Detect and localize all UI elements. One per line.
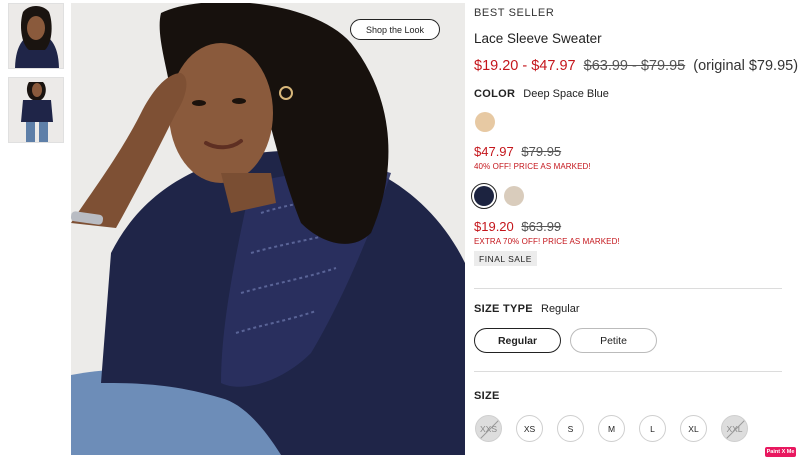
divider <box>474 371 782 372</box>
group-a-sale-price: $47.97 <box>474 144 514 159</box>
color-row: COLOR Deep Space Blue <box>474 88 609 100</box>
selected-color-name: Deep Space Blue <box>523 88 609 100</box>
group-b-compare-price: $63.99 <box>521 219 562 234</box>
size-type-row: SIZE TYPE Regular <box>474 303 580 315</box>
color-label: COLOR <box>474 88 516 100</box>
sale-price-range: $19.20 - $47.97 <box>474 58 576 74</box>
color-swatch-beige[interactable] <box>504 186 524 206</box>
size-xxl-button[interactable]: XXL <box>721 415 748 442</box>
size-xxs-button[interactable]: XXS <box>475 415 502 442</box>
group-b-discount-note: EXTRA 70% OFF! PRICE AS MARKED! <box>474 237 620 246</box>
size-xl-button[interactable]: XL <box>680 415 707 442</box>
thumbnail-full-body[interactable] <box>8 77 64 143</box>
price-group-a: $47.97 $79.95 <box>474 144 561 159</box>
original-price-note: (original $79.95) <box>693 58 799 74</box>
group-a-discount-note: 40% OFF! PRICE AS MARKED! <box>474 162 591 171</box>
product-title: Lace Sleeve Sweater <box>474 31 602 46</box>
compare-price-range: $63.99 - $79.95 <box>583 58 686 74</box>
size-type-regular-button[interactable]: Regular <box>474 328 561 353</box>
color-swatch-tan[interactable] <box>475 112 495 132</box>
group-a-compare-price: $79.95 <box>521 144 562 159</box>
size-type-label: SIZE TYPE <box>474 303 533 315</box>
size-type-petite-button[interactable]: Petite <box>570 328 657 353</box>
size-s-button[interactable]: S <box>557 415 584 442</box>
thumbnail-closeup[interactable] <box>8 3 64 69</box>
size-xs-button[interactable]: XS <box>516 415 543 442</box>
group-b-sale-price: $19.20 <box>474 219 514 234</box>
paint-x-me-badge[interactable]: Paint X Me <box>765 447 796 457</box>
face-shape <box>169 43 273 183</box>
price-group-b: $19.20 $63.99 <box>474 219 561 234</box>
size-l-button[interactable]: L <box>639 415 666 442</box>
product-main-image: Shop the Look <box>71 3 465 455</box>
size-m-button[interactable]: M <box>598 415 625 442</box>
best-seller-label: BEST SELLER <box>474 7 555 19</box>
price-row: $19.20 - $47.97 $63.99 - $79.95 (origina… <box>474 58 798 74</box>
divider <box>474 288 782 289</box>
shop-the-look-button[interactable]: Shop the Look <box>350 19 440 40</box>
color-swatch-deep-space-blue[interactable] <box>474 186 494 206</box>
selected-size-type: Regular <box>541 303 580 315</box>
size-label: SIZE <box>474 390 500 402</box>
product-details-panel: BEST SELLER Lace Sleeve Sweater $19.20 -… <box>471 0 798 460</box>
final-sale-badge: FINAL SALE <box>474 251 537 266</box>
